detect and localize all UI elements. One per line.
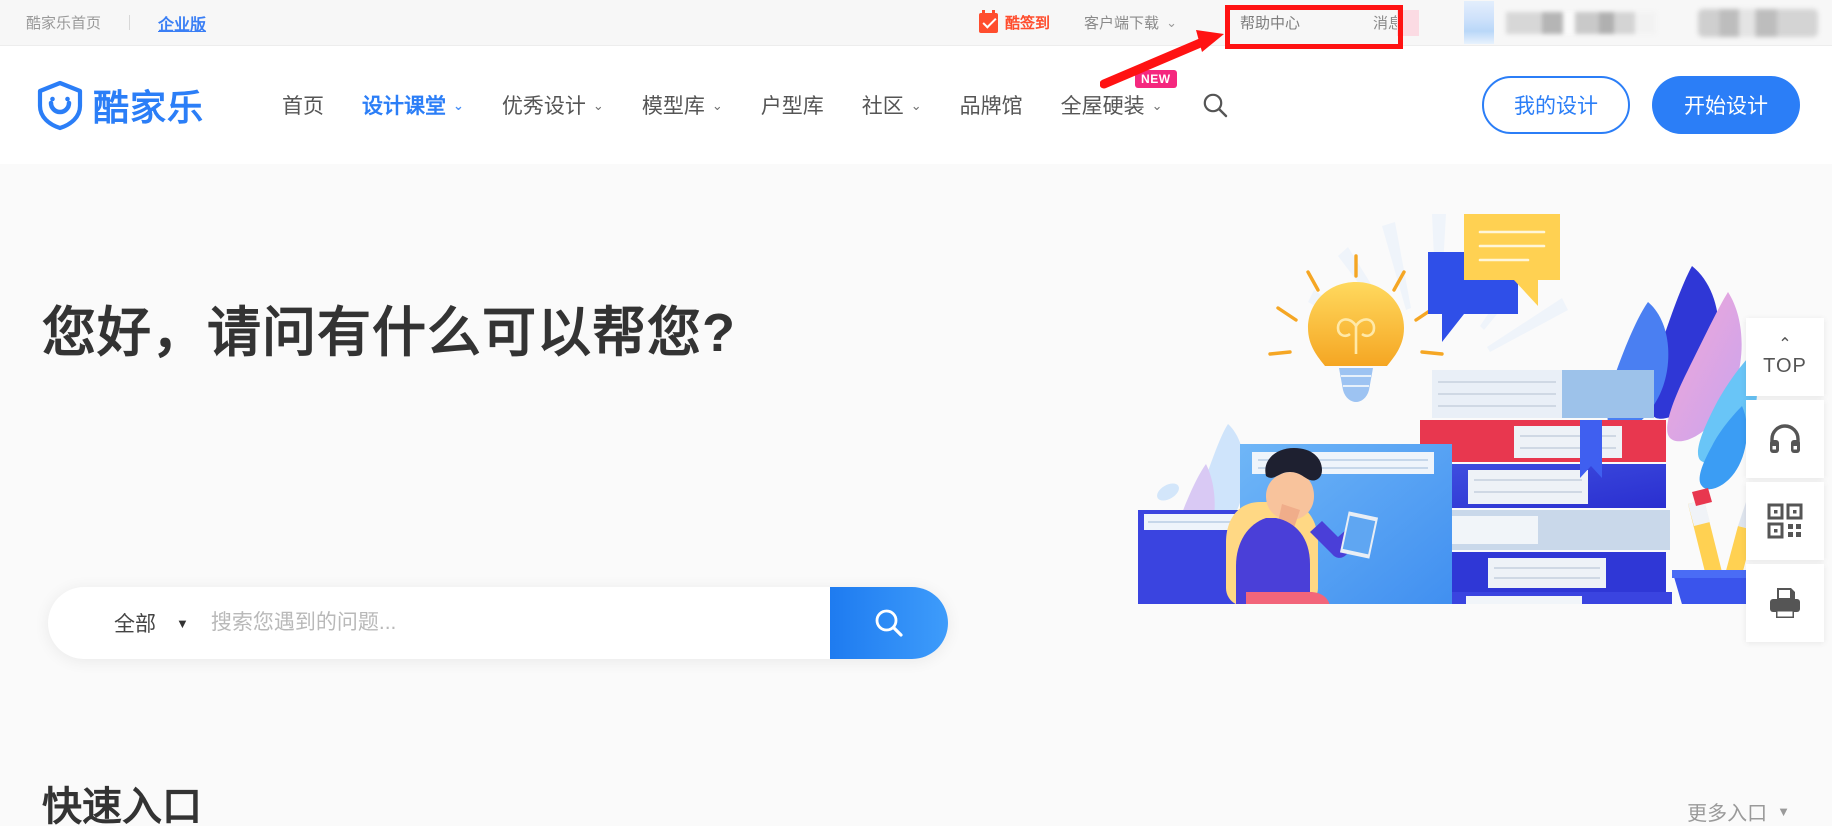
chevron-down-icon: ▼	[176, 615, 189, 631]
topbar-enterprise-link[interactable]: 企业版	[158, 11, 206, 35]
username-blurred	[1506, 11, 1656, 34]
nav-item-label: 优秀设计	[501, 95, 586, 118]
topbar-help-center[interactable]: 帮助中心	[1206, 5, 1333, 40]
main-navigation-bar: 酷家乐 首页 设计课堂 ⌄ 优秀设计 ⌄ 模型库 ⌄ 户型库 社区 ⌄ 品牌馆 …	[0, 46, 1832, 164]
topbar-checkin-label: 酷签到	[1005, 15, 1051, 32]
nav-item-label: 设计课堂	[362, 95, 447, 118]
chevron-down-icon: ⌄	[592, 97, 604, 113]
logo-text: 酷家乐	[93, 87, 205, 128]
start-design-button[interactable]: 开始设计	[1652, 76, 1800, 134]
logo[interactable]: 酷家乐	[34, 79, 204, 131]
top-utility-bar: 酷家乐首页 企业版 酷签到 客户端下载 ⌄ 帮助中心 消息	[0, 0, 1832, 46]
nav-item-floorplan-library[interactable]: 户型库	[761, 90, 824, 120]
nav-item-label: 品牌馆	[959, 95, 1023, 118]
chevron-down-icon: ⌄	[453, 97, 464, 113]
topbar-home-link[interactable]: 酷家乐首页	[26, 12, 101, 33]
back-to-top-button[interactable]: ⌃ TOP	[1746, 318, 1824, 396]
nav-item-label: 社区	[861, 95, 904, 118]
printer-icon	[1770, 588, 1800, 618]
chevron-down-icon: ⌄	[711, 97, 723, 113]
search-category-label: 全部	[114, 613, 156, 636]
nav-item-home[interactable]: 首页	[282, 90, 324, 120]
search-submit-button[interactable]	[830, 587, 948, 659]
nav-item-label: 户型库	[760, 95, 824, 118]
calendar-check-icon	[979, 9, 999, 33]
more-entries-button[interactable]: 更多入口 ▼	[1687, 797, 1790, 826]
page-title: 您好，请问有什么可以帮您?	[42, 303, 736, 363]
my-design-button[interactable]: 我的设计	[1482, 76, 1630, 134]
new-badge: NEW	[1135, 70, 1177, 88]
topbar-message[interactable]: 消息	[1373, 9, 1419, 36]
customer-service-button[interactable]	[1746, 400, 1824, 478]
headset-icon	[1770, 424, 1800, 453]
qrcode-icon	[1767, 503, 1803, 539]
nav-item-whole-house-hardcover[interactable]: 全屋硬装 ⌄ NEW	[1060, 70, 1177, 120]
avatar[interactable]	[1464, 1, 1494, 44]
chevron-up-icon: ⌃	[1778, 335, 1792, 353]
topbar-divider	[129, 15, 131, 30]
chevron-down-icon: ⌄	[1166, 15, 1177, 30]
search-box: 全部 ▼	[48, 587, 948, 659]
page-root: 酷家乐首页 企业版 酷签到 客户端下载 ⌄ 帮助中心 消息 酷家乐 首页 设计课…	[0, 0, 1832, 826]
topbar-action-button-blurred[interactable]	[1698, 8, 1818, 37]
topbar-checkin-link[interactable]: 酷签到	[979, 9, 1051, 33]
quick-entry-header: 快速入口 更多入口 ▼	[42, 774, 1790, 826]
nav-item-community[interactable]: 社区 ⌄	[862, 90, 922, 120]
topbar-left-group: 酷家乐首页 企业版	[0, 11, 206, 35]
search-icon	[875, 609, 903, 637]
print-button[interactable]	[1746, 564, 1824, 642]
topbar-right-group: 酷签到 客户端下载 ⌄ 帮助中心 消息	[979, 1, 1832, 44]
nav-item-excellent-design[interactable]: 优秀设计 ⌄	[502, 90, 604, 120]
main-content: 您好，请问有什么可以帮您? 全部 ▼ 快速入口 更多入口	[0, 164, 1832, 826]
nav-item-label: 模型库	[641, 95, 705, 118]
nav-item-list: 首页 设计课堂 ⌄ 优秀设计 ⌄ 模型库 ⌄ 户型库 社区 ⌄ 品牌馆 全屋硬装…	[282, 70, 1239, 120]
hero-section: 您好，请问有什么可以帮您? 全部 ▼	[0, 164, 1832, 683]
chevron-down-icon: ⌄	[1151, 97, 1163, 113]
kujiale-shield-logo-icon	[37, 80, 83, 131]
nav-item-label: 首页	[282, 95, 325, 118]
nav-item-model-library[interactable]: 模型库 ⌄	[642, 90, 723, 120]
qr-code-button[interactable]	[1746, 482, 1824, 560]
nav-item-brand-hall[interactable]: 品牌馆	[960, 90, 1023, 120]
topbar-client-download[interactable]: 客户端下载 ⌄	[1084, 12, 1177, 33]
nav-action-group: 我的设计 开始设计	[1482, 76, 1832, 134]
message-count-badge-blurred	[1397, 9, 1419, 36]
more-entries-label: 更多入口	[1687, 803, 1768, 825]
floating-side-toolbar: ⌃ TOP	[1746, 318, 1824, 646]
topbar-client-label: 客户端下载	[1084, 15, 1160, 32]
nav-item-design-class[interactable]: 设计课堂 ⌄	[362, 90, 464, 120]
nav-search-button[interactable]	[1201, 91, 1229, 119]
help-center-illustration	[1132, 174, 1772, 683]
search-category-selector[interactable]: 全部 ▼	[114, 608, 189, 638]
topbar-help-label: 帮助中心	[1239, 15, 1300, 32]
chevron-down-icon: ▼	[1777, 804, 1790, 819]
search-icon	[1203, 93, 1227, 118]
search-input[interactable]	[210, 611, 830, 635]
back-to-top-label: TOP	[1763, 354, 1807, 377]
nav-item-label: 全屋硬装	[1060, 95, 1145, 118]
chevron-down-icon: ⌄	[910, 97, 922, 113]
quick-entry-title: 快速入口	[42, 785, 202, 826]
